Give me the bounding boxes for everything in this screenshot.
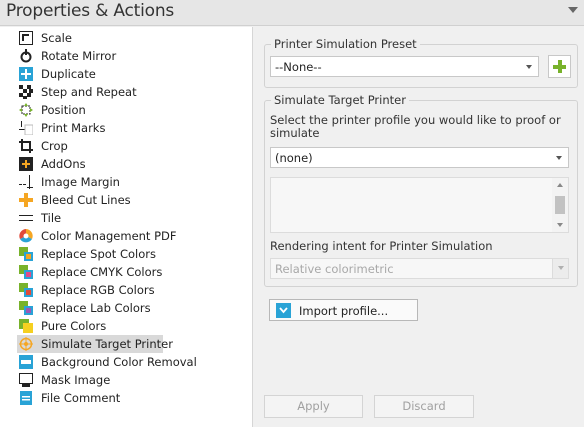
- step-and-repeat-icon: [19, 85, 33, 99]
- collapse-chevron-icon[interactable]: [568, 7, 578, 13]
- duplicate-icon: [19, 67, 33, 81]
- action-item-file-comment[interactable]: File Comment: [17, 389, 237, 407]
- action-item-replace-cmyk-colors[interactable]: Replace CMYK Colors: [17, 263, 237, 281]
- chevron-down-icon: [556, 156, 562, 160]
- action-item-tile[interactable]: Tile: [17, 209, 237, 227]
- action-item-bleed-cut-lines[interactable]: Bleed Cut Lines: [17, 191, 237, 209]
- crop-icon: [19, 139, 33, 153]
- printer-simulation-preset-group: Printer Simulation Preset --None--: [264, 37, 578, 88]
- action-item-position[interactable]: Position: [17, 101, 237, 119]
- color-management-icon: [19, 229, 33, 243]
- action-item-image-margin[interactable]: Image Margin: [17, 173, 237, 191]
- properties-panel: Printer Simulation Preset --None-- Simul…: [254, 27, 584, 427]
- profile-info-scrollbar[interactable]: [552, 178, 568, 232]
- rotate-mirror-icon: [19, 49, 33, 63]
- action-item-print-marks[interactable]: Print Marks: [17, 119, 237, 137]
- simulate-target-printer-icon: [19, 337, 33, 351]
- replace-cmyk-colors-icon: [19, 265, 33, 279]
- discard-button[interactable]: Discard: [374, 395, 474, 418]
- chevron-down-icon: [552, 259, 568, 278]
- action-item-pure-colors[interactable]: Pure Colors: [17, 317, 237, 335]
- panel-title: Properties & Actions: [6, 1, 175, 21]
- import-profile-button[interactable]: Import profile...: [269, 299, 418, 321]
- replace-rgb-colors-icon: [19, 283, 33, 297]
- apply-button[interactable]: Apply: [264, 395, 363, 418]
- panel-header: Properties & Actions: [0, 0, 584, 26]
- addons-icon: [19, 157, 33, 171]
- scroll-down-icon[interactable]: [557, 223, 563, 227]
- print-marks-icon: [19, 121, 34, 136]
- replace-lab-colors-icon: [19, 301, 33, 315]
- pure-colors-icon: [19, 319, 33, 333]
- scroll-thumb[interactable]: [555, 196, 565, 214]
- folder-icon: [276, 303, 291, 318]
- action-item-addons[interactable]: AddOns: [17, 155, 237, 173]
- action-item-duplicate[interactable]: Duplicate: [17, 65, 237, 83]
- scale-icon: [19, 31, 33, 45]
- action-item-replace-lab-colors[interactable]: Replace Lab Colors: [17, 299, 237, 317]
- action-item-replace-rgb-colors[interactable]: Replace RGB Colors: [17, 281, 237, 299]
- action-item-step-and-repeat[interactable]: Step and Repeat: [17, 83, 237, 101]
- action-item-rotate-mirror[interactable]: Rotate Mirror: [17, 47, 237, 65]
- add-preset-button[interactable]: [548, 55, 571, 78]
- action-item-scale[interactable]: Scale: [17, 29, 237, 47]
- position-icon: [19, 103, 33, 117]
- background-color-removal-icon: [19, 355, 33, 369]
- preset-select[interactable]: --None--: [270, 56, 539, 77]
- rendering-intent-label: Rendering intent for Printer Simulation: [270, 239, 493, 253]
- profile-description: Select the printer profile you would lik…: [270, 113, 561, 140]
- action-item-background-color-removal[interactable]: Background Color Removal: [17, 353, 237, 371]
- preset-group-legend: Printer Simulation Preset: [271, 37, 420, 51]
- printer-profile-select[interactable]: (none): [270, 147, 569, 168]
- tile-icon: [19, 211, 33, 225]
- file-comment-icon: [19, 391, 33, 405]
- actions-list: Scale Rotate Mirror Duplicate Step and R…: [0, 27, 253, 427]
- action-item-replace-spot-colors[interactable]: Replace Spot Colors: [17, 245, 237, 263]
- simulate-target-printer-group: Simulate Target Printer Select the print…: [264, 93, 578, 287]
- scroll-up-icon[interactable]: [557, 183, 563, 187]
- rendering-intent-select[interactable]: Relative colorimetric: [270, 258, 569, 279]
- profile-info-box: [270, 177, 569, 233]
- action-item-mask-image[interactable]: Mask Image: [17, 371, 237, 389]
- replace-spot-colors-icon: [19, 247, 33, 261]
- action-item-crop[interactable]: Crop: [17, 137, 237, 155]
- action-item-simulate-target-printer[interactable]: Simulate Target Printer: [17, 335, 173, 353]
- image-margin-icon: [19, 175, 33, 189]
- chevron-down-icon: [526, 65, 532, 69]
- mask-image-icon: [19, 373, 33, 387]
- bleed-cut-lines-icon: [19, 193, 33, 207]
- simulate-group-legend: Simulate Target Printer: [271, 93, 409, 107]
- action-item-color-management-pdf[interactable]: Color Management PDF: [17, 227, 237, 245]
